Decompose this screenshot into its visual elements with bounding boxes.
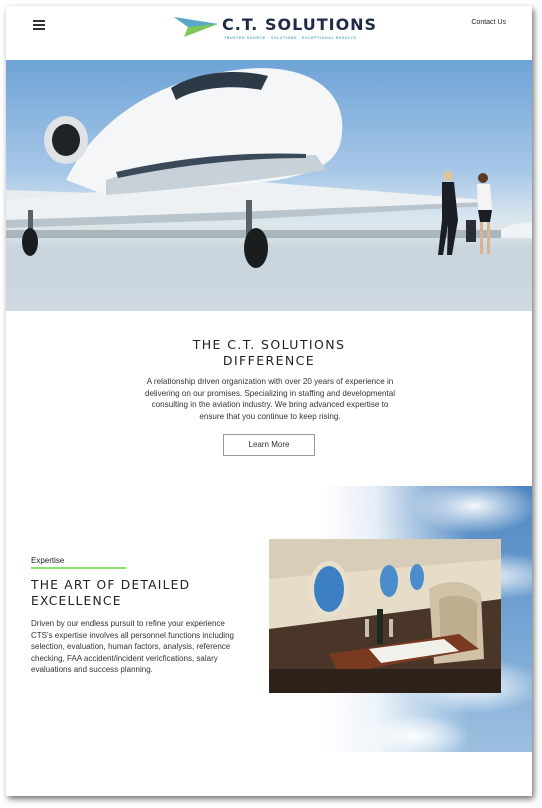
expertise-label: Expertise [31,556,65,565]
logo-name: C.T. SOLUTIONS [222,15,378,34]
difference-body: A relationship driven organization with … [144,377,395,421]
contact-us-link[interactable]: Contact Us [471,19,506,26]
logo-tagline: TRUSTED SOURCE · SOLUTIONS · EXCEPTIONAL… [224,36,357,40]
difference-title-line-1: THE C.T. SOLUTIONS [192,337,346,352]
private-jet-illustration [6,68,532,311]
expertise-title-line-2: EXCELLENCE [31,594,122,608]
difference-title-line-2: DIFFERENCE [222,353,316,368]
jet-cabin-image [269,539,501,693]
page-frame: C.T. SOLUTIONS TRUSTED SOURCE · SOLUTION… [6,6,532,796]
site-header: C.T. SOLUTIONS TRUSTED SOURCE · SOLUTION… [6,6,532,60]
expertise-body: Driven by our endless pursuit to refine … [31,619,234,675]
logo[interactable]: C.T. SOLUTIONS TRUSTED SOURCE · SOLUTION… [174,15,378,45]
hero-image [6,60,532,311]
difference-title: THE C.T. SOLUTIONS DIFFERENCE [6,337,532,369]
logo-arrow-icon [174,17,218,37]
hamburger-menu-icon[interactable] [33,20,45,30]
expertise-accent-line [31,567,126,569]
expertise-title: THE ART OF DETAILED EXCELLENCE [31,577,261,609]
learn-more-button[interactable]: Learn More [223,434,315,456]
expertise-title-line-1: THE ART OF DETAILED [31,578,191,592]
